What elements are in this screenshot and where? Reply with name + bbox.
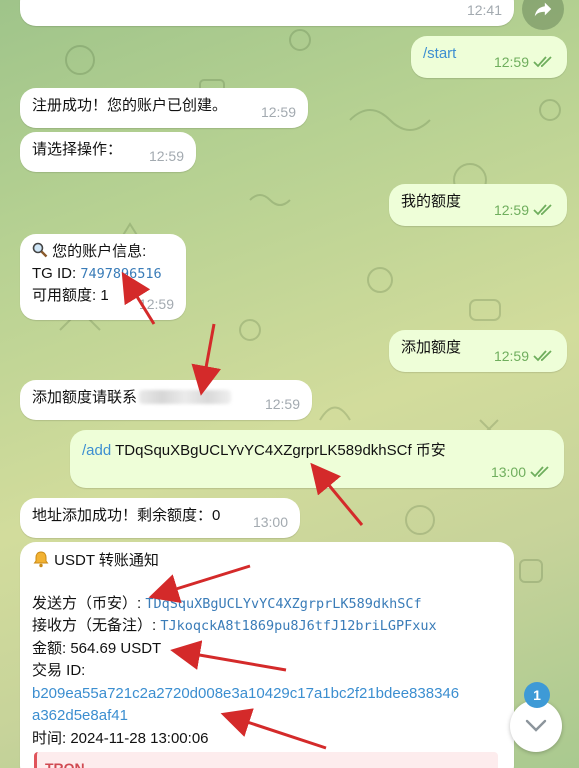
message-text: 添加额度请联系 <box>32 389 138 406</box>
message-bubble-address-added: 地址添加成功！剩余额度：0 13:00 <box>20 498 300 538</box>
txid-link-part2[interactable]: a362d5e8af41 <box>32 705 502 728</box>
tg-id-label: TG ID: <box>32 264 81 282</box>
message-time: 12:59 <box>138 295 174 312</box>
message-meta: 13:00 <box>253 512 288 532</box>
message-time: 12:59 <box>493 347 529 364</box>
receiver-label: 接收方（无备注）: <box>32 617 161 634</box>
tg-id-line: TG ID: 7497896516 <box>32 263 174 285</box>
bell-icon <box>33 551 49 568</box>
receiver-line: 接收方（无备注）: TJkoqckA8t1869pu8J6tfJ12briLGP… <box>32 615 502 638</box>
bot-command-link[interactable]: /add <box>82 442 111 459</box>
message-bubble-my-quota: 我的额度 12:59 <box>389 184 567 226</box>
txid-link-part1[interactable]: b209ea55a721c2a2720d008e3a10429c17a1bc2f… <box>32 683 502 706</box>
message-meta: 12:59 <box>261 102 296 122</box>
message-text: TDqSquXBgUCLYvYC4XZgrprLK589dkhSCf 币安 <box>111 442 446 459</box>
receiver-address[interactable]: TJkoqckA8t1869pu8J6tfJ12briLGPFxux <box>160 618 436 634</box>
message-meta: 12:59 <box>494 200 555 220</box>
share-arrow-icon <box>534 2 552 17</box>
message-time: 13:00 <box>490 463 526 480</box>
annotation-arrow-contact <box>191 323 221 396</box>
message-time: 12:59 <box>260 103 296 120</box>
double-check-icon <box>533 204 552 216</box>
message-meta: 12:41 <box>467 0 502 20</box>
chevron-down-icon <box>525 719 547 732</box>
message-meta: 12:59 <box>149 146 184 166</box>
message-time: 13:00 <box>252 513 288 530</box>
time-line: 时间: 2024-11-28 13:00:06 <box>32 729 209 747</box>
message-bubble-registered: 注册成功！您的账户已创建。 12:59 <box>20 88 308 128</box>
magnifier-icon <box>32 242 48 258</box>
quote-title: TRON <box>45 760 85 768</box>
double-check-icon <box>530 466 549 478</box>
double-check-icon <box>533 56 552 68</box>
sender-line: 发送方（币安）: TDqSquXBgUCLYvYC4XZgrprLK589dkh… <box>32 593 502 616</box>
message-bubble-choose-action: 请选择操作： 12:59 <box>20 132 196 172</box>
notification-title: USDT 转账通知 <box>32 550 502 573</box>
tg-id-value[interactable]: 7497896516 <box>80 266 161 282</box>
message-meta: 13:00 <box>491 462 552 482</box>
message-text: 您的账户信息: <box>52 243 147 260</box>
message-text: 添加额度 <box>401 339 462 356</box>
quoted-block[interactable]: TRON <box>34 752 498 768</box>
amount-line: 金额: 564.69 USDT <box>32 639 162 657</box>
double-check-icon <box>533 350 552 362</box>
message-text: 注册成功！您的账户已创建。 <box>32 97 228 114</box>
unread-count-badge: 1 <box>524 682 550 708</box>
message-bubble-account-info: 您的账户信息: TG ID: 7497896516 可用额度: 1 12:59 <box>20 234 186 320</box>
message-meta: 12:59 <box>139 294 174 314</box>
message-bubble-previous: 12:41 <box>20 0 514 26</box>
message-meta: 12:59 <box>494 346 555 366</box>
message-meta: 12:59 <box>494 52 555 72</box>
message-time: 12:59 <box>493 201 529 218</box>
sender-address[interactable]: TDqSquXBgUCLYvYC4XZgrprLK589dkhSCf <box>145 596 421 612</box>
message-text: 地址添加成功！剩余额度：0 <box>32 507 221 524</box>
message-meta: 12:59 <box>265 394 300 414</box>
message-text: 我的额度 <box>401 193 462 210</box>
message-bubble-start: /start 12:59 <box>411 36 567 78</box>
message-bubble-contact: 添加额度请联系 12:59 <box>20 380 312 420</box>
message-text: 请选择操作： <box>32 141 123 158</box>
share-button[interactable] <box>522 0 564 30</box>
notification-title-text: USDT 转账通知 <box>54 552 159 569</box>
bot-command-link[interactable]: /start <box>423 45 456 62</box>
message-time: 12:59 <box>264 395 300 412</box>
message-bubble-usdt-notification: USDT 转账通知 发送方（币安）: TDqSquXBgUCLYvYC4XZgr… <box>20 542 514 768</box>
message-bubble-add-quota: 添加额度 12:59 <box>389 330 567 372</box>
txid-label: 交易 ID: <box>32 662 86 679</box>
message-time: 12:41 <box>466 1 502 18</box>
redacted-contact <box>139 390 232 404</box>
sender-label: 发送方（币安）: <box>32 594 146 612</box>
message-time: 12:59 <box>148 147 184 164</box>
message-bubble-add-address: /add TDqSquXBgUCLYvYC4XZgrprLK589dkhSCf … <box>70 430 564 488</box>
message-time: 12:59 <box>493 53 529 70</box>
account-info-header: 您的账户信息: <box>32 241 174 263</box>
